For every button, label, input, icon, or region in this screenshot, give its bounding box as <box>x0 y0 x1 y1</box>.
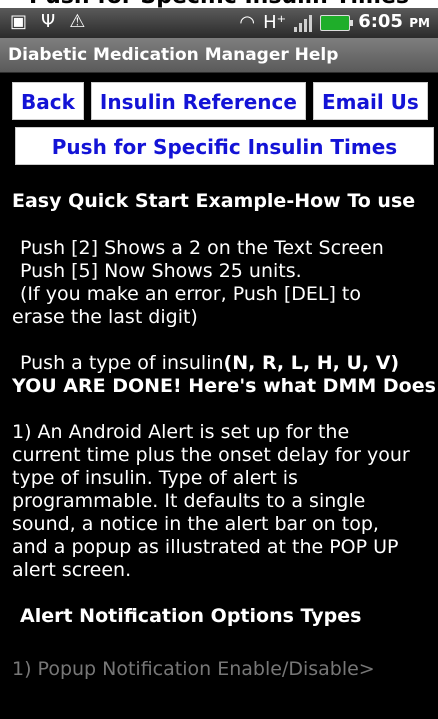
wifi-icon: ◠ <box>239 11 256 33</box>
usb-icon: Ψ <box>41 11 56 32</box>
insulin-type-text: Push a type of insulin <box>20 352 224 374</box>
help-line: 1) An Android Alert is set up for the <box>12 421 350 443</box>
help-line: Push [2] Shows a 2 on the Text Screen <box>20 237 384 259</box>
clock-ampm: PM <box>409 16 430 30</box>
help-line: and a popup as illustrated at the POP UP <box>12 536 399 558</box>
done-heading: YOU ARE DONE! Here's what DMM Does <box>12 375 436 397</box>
clock-time: 6:05 <box>358 11 403 32</box>
help-line: sound, a notice in the alert bar on top, <box>12 513 379 535</box>
help-line: Push [5] Now Shows 25 units. <box>20 260 302 282</box>
warning-icon: ⚠ <box>69 11 86 32</box>
back-button[interactable]: Back <box>12 82 84 120</box>
help-line-insulin-type: Push a type of insulin(N, R, L, H, U, V) <box>0 352 438 375</box>
help-line: erase the last digit) <box>12 306 198 328</box>
help-line: alert screen. <box>12 559 132 581</box>
faded-help-line: 1) Popup Notification Enable/Disable> <box>12 658 375 680</box>
help-line: (If you make an error, Push [DEL] to <box>20 283 362 305</box>
battery-icon <box>320 14 354 31</box>
help-line: programmable. It defaults to a single <box>12 490 366 512</box>
help-line: type of insulin. Type of alert is <box>12 467 298 489</box>
section-heading-alert-options: Alert Notification Options Types <box>20 605 362 627</box>
clock: 6:05 PM <box>358 11 430 34</box>
specific-insulin-times-button[interactable]: Push for Specific Insulin Times <box>15 127 434 165</box>
hspa-icon: H⁺ <box>263 11 287 33</box>
insulin-reference-button[interactable]: Insulin Reference <box>90 82 306 120</box>
help-line: current time plus the onset delay for yo… <box>12 444 410 466</box>
sd-card-icon: ▣ <box>10 11 28 32</box>
email-us-button[interactable]: Email Us <box>312 82 428 120</box>
help-content: Easy Quick Start Example-How To use Push… <box>0 190 438 681</box>
status-bar: ▣ Ψ ⚠ ◠ H⁺ 6:05 PM <box>0 8 438 38</box>
app-title: Diabetic Medication Manager Help <box>8 45 339 65</box>
title-bar: Diabetic Medication Manager Help <box>0 38 438 73</box>
button-row: Back Insulin Reference Email Us <box>12 82 428 120</box>
section-heading-quick-start: Easy Quick Start Example-How To use <box>12 190 416 212</box>
cropped-top-caption: Push for Specific Insulin Times <box>0 0 438 8</box>
signal-icon <box>294 14 313 32</box>
insulin-type-codes: (N, R, L, H, U, V) <box>223 352 400 374</box>
